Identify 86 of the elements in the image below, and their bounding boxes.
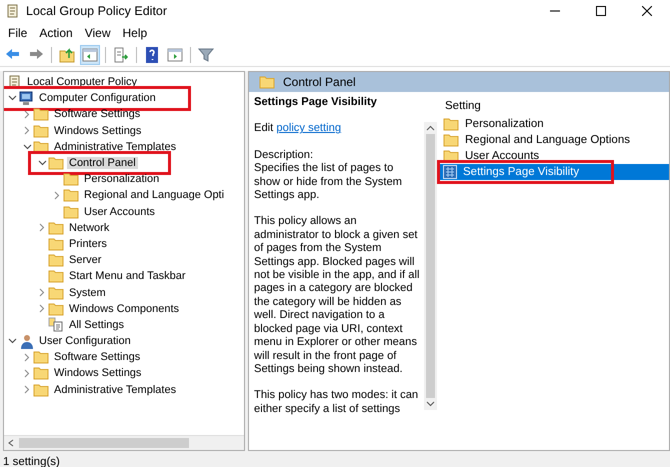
folder-icon [48,269,64,284]
description-text: Description: Specifies the list of pages to show or hide from the System Settings app. [254,148,403,202]
folder-icon [48,286,64,300]
expand-chevron-icon[interactable] [24,110,30,119]
folder-icon [33,350,49,364]
collapse-chevron-icon[interactable] [8,95,16,102]
policy-setting-icon [443,165,457,179]
column-header[interactable]: Setting [437,96,669,116]
expand-chevron-icon[interactable] [24,385,30,394]
expand-chevron-icon[interactable] [39,304,45,314]
expand-chevron-icon[interactable] [39,288,45,298]
list-row[interactable]: Regional and Language Options [437,132,669,148]
expand-chevron-icon[interactable] [24,126,30,136]
folder-icon [33,382,49,397]
tree-item[interactable]: Computer Configuration [37,92,158,104]
tree-item[interactable]: Start Menu and Taskbar [67,270,188,282]
collapse-chevron-icon[interactable] [38,160,46,166]
menu-item[interactable]: Help [116,26,154,40]
collapse-chevron-icon[interactable] [22,144,32,150]
tree-item[interactable]: Windows Settings [52,367,144,380]
horizontal-scrollbar[interactable] [4,435,244,450]
policy-title: Settings Page Visibility [254,96,378,110]
folder-icon [63,172,79,186]
close-icon [642,6,652,16]
tree-item[interactable]: Local Computer Policy [25,76,140,88]
folder-icon [443,133,459,147]
setting-name: Regional and Language Options [464,134,631,146]
tree-item[interactable]: Printers [67,238,109,250]
folder-icon [48,302,64,316]
folder-icon [33,140,49,154]
tree-item[interactable]: Software Settings [52,108,142,120]
scroll-left-icon[interactable] [7,439,15,447]
tree-item[interactable]: Administrative Templates [52,140,178,153]
folder-icon [48,253,64,268]
settings-list-icon [48,317,64,332]
expand-chevron-icon[interactable] [24,352,30,362]
description-text: This policy allows an administrator to block a given set of pages from the System Settings app. Blocked pages will not be visible in the app, and if all pages in a category are blocked the category will be hidden as well. Direct navigation to a blocked page via URI, context menu in Explorer or other means will result in the front page of Settings being shown instead. [254,215,420,376]
scroll-down-icon[interactable] [426,401,435,407]
tree-item[interactable]: Regional and Language Opti [82,189,226,202]
edit-label: Edit [254,122,274,134]
policy-setting-link[interactable]: policy setting [276,122,342,134]
description-text: This policy has two modes: it can either specify a list of settings [254,389,420,416]
tree-item[interactable]: Software Settings [52,351,142,364]
tree-item[interactable]: User Accounts [82,206,157,218]
folder-icon [33,124,49,138]
folder-icon [259,75,275,89]
folder-icon [63,188,79,202]
tree-item[interactable]: Administrative Templates [52,384,178,396]
tree-item[interactable]: All Settings [67,318,126,331]
maximize-icon [596,6,606,16]
folder-icon [63,204,79,219]
tree-item[interactable]: Control Panel [67,157,138,170]
folder-icon [48,220,64,235]
tree-item[interactable]: Windows Settings [52,124,144,137]
folder-icon [443,117,459,131]
list-row[interactable]: Personalization [437,116,669,132]
folder-icon [48,156,64,170]
user-icon [18,334,34,349]
folder-icon [48,236,64,251]
document-icon [6,4,20,18]
folder-icon [33,366,49,380]
expand-chevron-icon[interactable] [54,190,60,200]
section-title: Control Panel [283,75,356,89]
vertical-scrollbar[interactable] [424,122,437,410]
setting-name: Personalization [464,118,545,130]
tree-item[interactable]: Windows Components [67,302,182,315]
tree-item[interactable]: User Configuration [37,335,133,348]
menu-item[interactable]: View [78,26,116,40]
window-title: Local Group Policy Editor [26,4,168,18]
expand-chevron-icon[interactable] [24,368,30,378]
scroll-up-icon[interactable] [426,125,435,131]
menu-item[interactable]: File [2,26,34,40]
collapse-chevron-icon[interactable] [8,338,16,344]
list-row[interactable]: User Accounts [437,148,669,164]
tree-item[interactable]: Server [67,254,104,266]
folder-up-icon[interactable] [57,45,77,65]
computer-icon [18,90,34,106]
setting-name: User Accounts [464,150,540,162]
tree-item[interactable]: System [67,286,108,299]
setting-name: Settings Page Visibility [462,166,580,178]
tree-item[interactable]: Network [67,222,112,234]
folder-icon [33,107,49,122]
menu-item[interactable]: Action [33,26,79,40]
console-tree-icon[interactable] [80,45,100,65]
tree-item[interactable]: Personalization [82,173,162,186]
expand-chevron-icon[interactable] [39,223,45,232]
